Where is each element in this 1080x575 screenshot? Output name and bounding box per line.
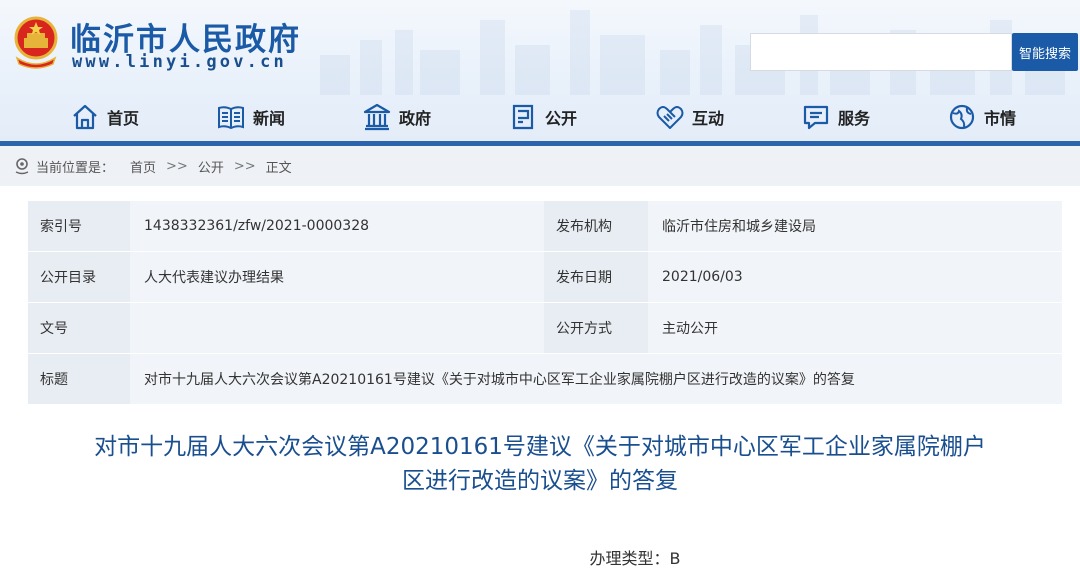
breadcrumb-public[interactable]: 公开	[198, 157, 224, 176]
publish-date-label: 发布日期	[544, 252, 648, 303]
index-number-label: 索引号	[28, 201, 130, 252]
chat-icon	[803, 105, 829, 130]
article-title-line: 对市十九届人大六次会议第A20210161号建议《关于对城市中心区军工企业家属院…	[94, 434, 986, 460]
nav-label: 新闻	[253, 109, 286, 128]
title-label: 标题	[28, 354, 130, 405]
breadcrumb-separator: >>	[166, 158, 188, 174]
publish-date-value: 2021/06/03	[648, 252, 1062, 303]
publisher-value: 临沂市住房和城乡建设局	[648, 201, 1062, 252]
book-icon	[218, 106, 244, 130]
nav-item-interaction[interactable]: 互动	[655, 100, 724, 134]
search-button[interactable]: 智能搜索	[1012, 33, 1078, 71]
catalog-value: 人大代表建议办理结果	[130, 252, 544, 303]
disclosure-method-value: 主动公开	[648, 303, 1062, 354]
search-input[interactable]	[750, 33, 1012, 71]
table-row: 公开目录 人大代表建议办理结果 发布日期 2021/06/03	[28, 252, 1062, 303]
doc-number-value	[130, 303, 544, 354]
site-url[interactable]: www.linyi.gov.cn	[72, 52, 287, 72]
national-emblem-icon	[14, 16, 58, 69]
disclosure-method-label: 公开方式	[544, 303, 648, 354]
article-title: 对市十九届人大六次会议第A20210161号建议《关于对城市中心区军工企业家属院…	[60, 430, 1020, 498]
nav-label: 服务	[838, 109, 871, 128]
publisher-label: 发布机构	[544, 201, 648, 252]
handshake-icon	[656, 106, 684, 129]
location-pin-icon	[15, 158, 29, 175]
nav-item-home[interactable]: 首页	[70, 100, 139, 134]
nav-label: 互动	[692, 109, 725, 128]
table-row: 文号 公开方式 主动公开	[28, 303, 1062, 354]
breadcrumb: 当前位置是： 首页 >> 公开 >> 正文	[0, 146, 1080, 186]
site-header: 临沂市人民政府 www.linyi.gov.cn 智能搜索 首页 新闻 政府 公…	[0, 0, 1080, 145]
article-title-line: 区进行改造的议案》的答复	[402, 468, 678, 494]
nav-label: 政府	[399, 109, 432, 128]
process-type: 办理类型：B	[589, 549, 681, 568]
nav-item-city-info[interactable]: 市情	[947, 100, 1016, 134]
breadcrumb-prefix: 当前位置是：	[36, 160, 115, 176]
title-value: 对市十九届人大六次会议第A20210161号建议《关于对城市中心区军工企业家属院…	[130, 354, 1062, 405]
breadcrumb-separator: >>	[233, 158, 256, 174]
globe-icon	[949, 104, 975, 130]
doc-number-label: 文号	[28, 303, 130, 354]
nav-label: 公开	[545, 109, 578, 128]
nav-label: 首页	[107, 109, 140, 128]
nav-item-news[interactable]: 新闻	[216, 100, 285, 134]
nav-label: 市情	[984, 109, 1017, 128]
building-icon	[363, 103, 391, 131]
nav-item-public[interactable]: 公开	[508, 100, 577, 134]
document-info-table: 索引号 1438332361/zfw/2021-0000328 发布机构 临沂市…	[28, 201, 1062, 405]
breadcrumb-home[interactable]: 首页	[130, 157, 156, 176]
table-row: 标题 对市十九届人大六次会议第A20210161号建议《关于对城市中心区军工企业…	[28, 354, 1062, 405]
catalog-label: 公开目录	[28, 252, 130, 303]
main-nav: 首页 新闻 政府 公开 互动 服务 市情	[0, 96, 1080, 138]
home-icon	[73, 104, 97, 130]
breadcrumb-current: 正文	[265, 160, 292, 176]
document-icon	[512, 104, 534, 130]
table-row: 索引号 1438332361/zfw/2021-0000328 发布机构 临沂市…	[28, 201, 1062, 252]
nav-item-services[interactable]: 服务	[801, 100, 870, 134]
nav-item-government[interactable]: 政府	[362, 100, 431, 134]
index-number-value: 1438332361/zfw/2021-0000328	[130, 201, 544, 252]
